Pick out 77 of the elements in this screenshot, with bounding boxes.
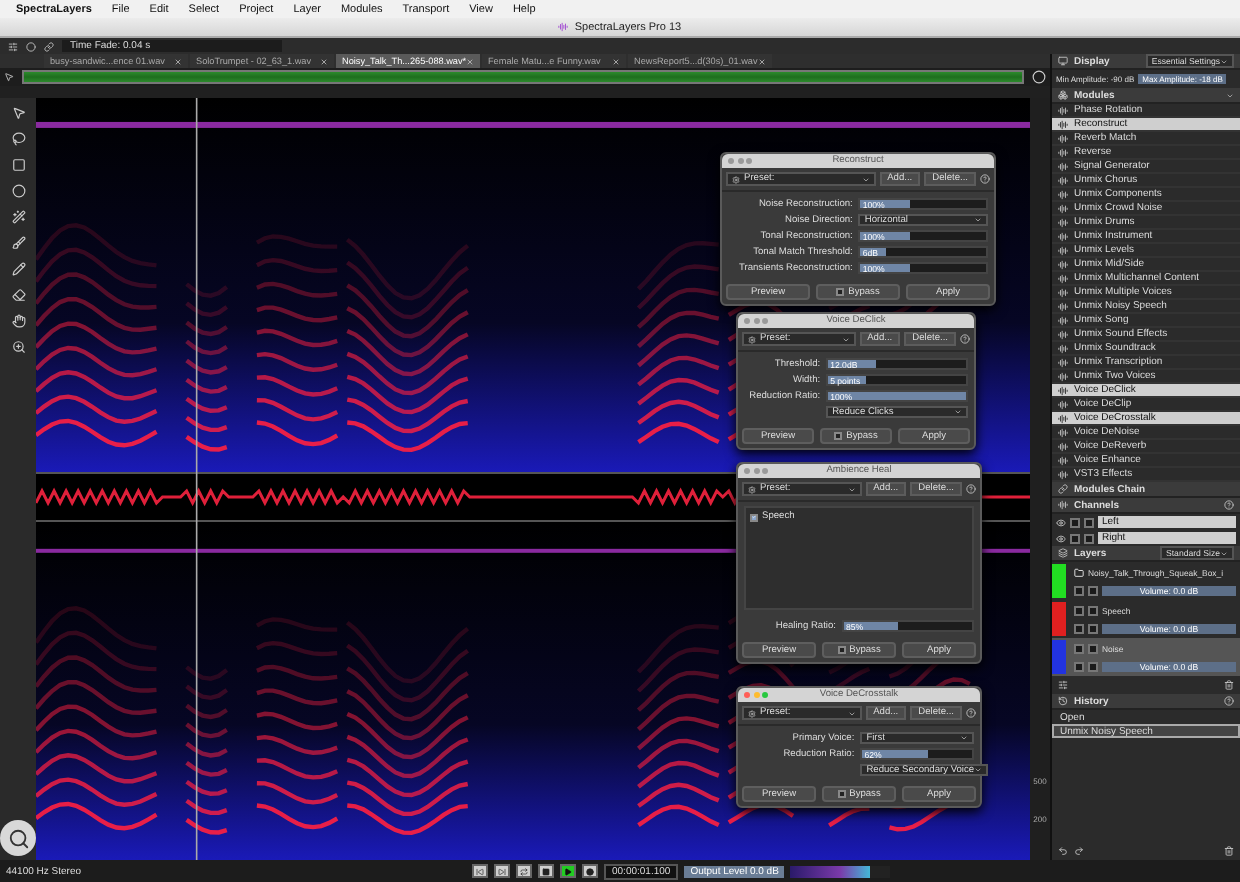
gear-icon xyxy=(732,175,740,183)
waveform-icon xyxy=(1058,273,1068,283)
waveform-icon xyxy=(1058,147,1068,157)
stop-button[interactable] xyxy=(538,864,554,878)
waveform-icon xyxy=(1058,329,1068,339)
waveform-icon xyxy=(1058,315,1068,325)
navigator-icon xyxy=(1032,70,1046,84)
ellipse-icon[interactable] xyxy=(11,184,25,198)
waveform-icon xyxy=(1058,371,1068,381)
waveform-icon xyxy=(1058,301,1068,311)
link-icon[interactable] xyxy=(44,41,54,51)
layers-icon xyxy=(1058,548,1068,558)
help-icon[interactable] xyxy=(960,334,970,344)
history-icon xyxy=(1058,696,1068,706)
dot-icon[interactable] xyxy=(26,41,36,51)
waveform-icon xyxy=(1058,119,1068,129)
lasso-icon[interactable] xyxy=(11,132,25,146)
redo-icon[interactable] xyxy=(1074,846,1084,856)
sliders-icon[interactable] xyxy=(8,41,18,51)
trash-icon[interactable] xyxy=(1224,846,1234,856)
waveform-icon xyxy=(1058,399,1068,409)
level-meter xyxy=(790,865,891,877)
trash-icon[interactable] xyxy=(1224,680,1234,690)
help-icon xyxy=(1224,500,1234,510)
waveform-icon xyxy=(1058,259,1068,269)
sliders-icon[interactable] xyxy=(1058,680,1068,690)
waveform-icon xyxy=(1058,105,1068,115)
monitor-icon xyxy=(1058,56,1068,66)
undo-icon[interactable] xyxy=(1058,846,1068,856)
eye-icon[interactable] xyxy=(1056,517,1066,527)
waveform-icon xyxy=(1058,189,1068,199)
brush-icon[interactable] xyxy=(11,236,25,250)
waveform-icon xyxy=(1058,203,1068,213)
waveform-icon xyxy=(1058,455,1068,465)
help-icon xyxy=(1224,696,1234,706)
channels-icon xyxy=(1058,500,1068,510)
waveform-icon xyxy=(1058,231,1068,241)
waveform-icon xyxy=(1058,469,1068,479)
waveform-icon xyxy=(1058,161,1068,171)
waveform-icon xyxy=(1058,217,1068,227)
record-button[interactable] xyxy=(582,864,598,878)
rewind-button[interactable] xyxy=(472,864,488,878)
forward-button[interactable] xyxy=(494,864,510,878)
waveform-icon xyxy=(1058,357,1068,367)
eye-icon[interactable] xyxy=(1056,533,1066,543)
wand-icon[interactable] xyxy=(11,210,25,224)
waveform-icon xyxy=(1058,413,1068,423)
pencil-icon[interactable] xyxy=(11,262,25,276)
app-icon xyxy=(558,22,569,32)
modules-icon xyxy=(1058,90,1068,100)
help-icon[interactable] xyxy=(966,484,976,494)
hand-icon[interactable] xyxy=(11,314,25,328)
chain-icon xyxy=(1058,484,1068,494)
waveform-icon xyxy=(1058,385,1068,395)
loop-button[interactable] xyxy=(516,864,532,878)
waveform-icon xyxy=(1058,287,1068,297)
waveform-icon xyxy=(1058,175,1068,185)
rectangle-select-icon[interactable] xyxy=(11,158,25,172)
waveform-icon xyxy=(1058,343,1068,353)
help-icon[interactable] xyxy=(980,174,990,184)
zoom-icon[interactable] xyxy=(11,340,25,354)
gear-icon xyxy=(748,335,756,343)
play-button[interactable] xyxy=(560,864,576,878)
gear-icon xyxy=(748,709,756,717)
pointer-icon xyxy=(4,72,14,82)
search-icon xyxy=(7,827,29,849)
folder-icon xyxy=(1074,567,1084,577)
waveform-icon xyxy=(1058,427,1068,437)
magnifier-button[interactable] xyxy=(0,820,36,856)
waveform-icon xyxy=(1058,133,1068,143)
waveform-icon xyxy=(1058,245,1068,255)
waveform-icon xyxy=(1058,441,1068,451)
eraser-icon[interactable] xyxy=(11,288,25,302)
checkbox[interactable] xyxy=(750,513,758,521)
pointer-icon[interactable] xyxy=(11,106,25,120)
help-icon[interactable] xyxy=(966,708,976,718)
gear-icon xyxy=(748,485,756,493)
